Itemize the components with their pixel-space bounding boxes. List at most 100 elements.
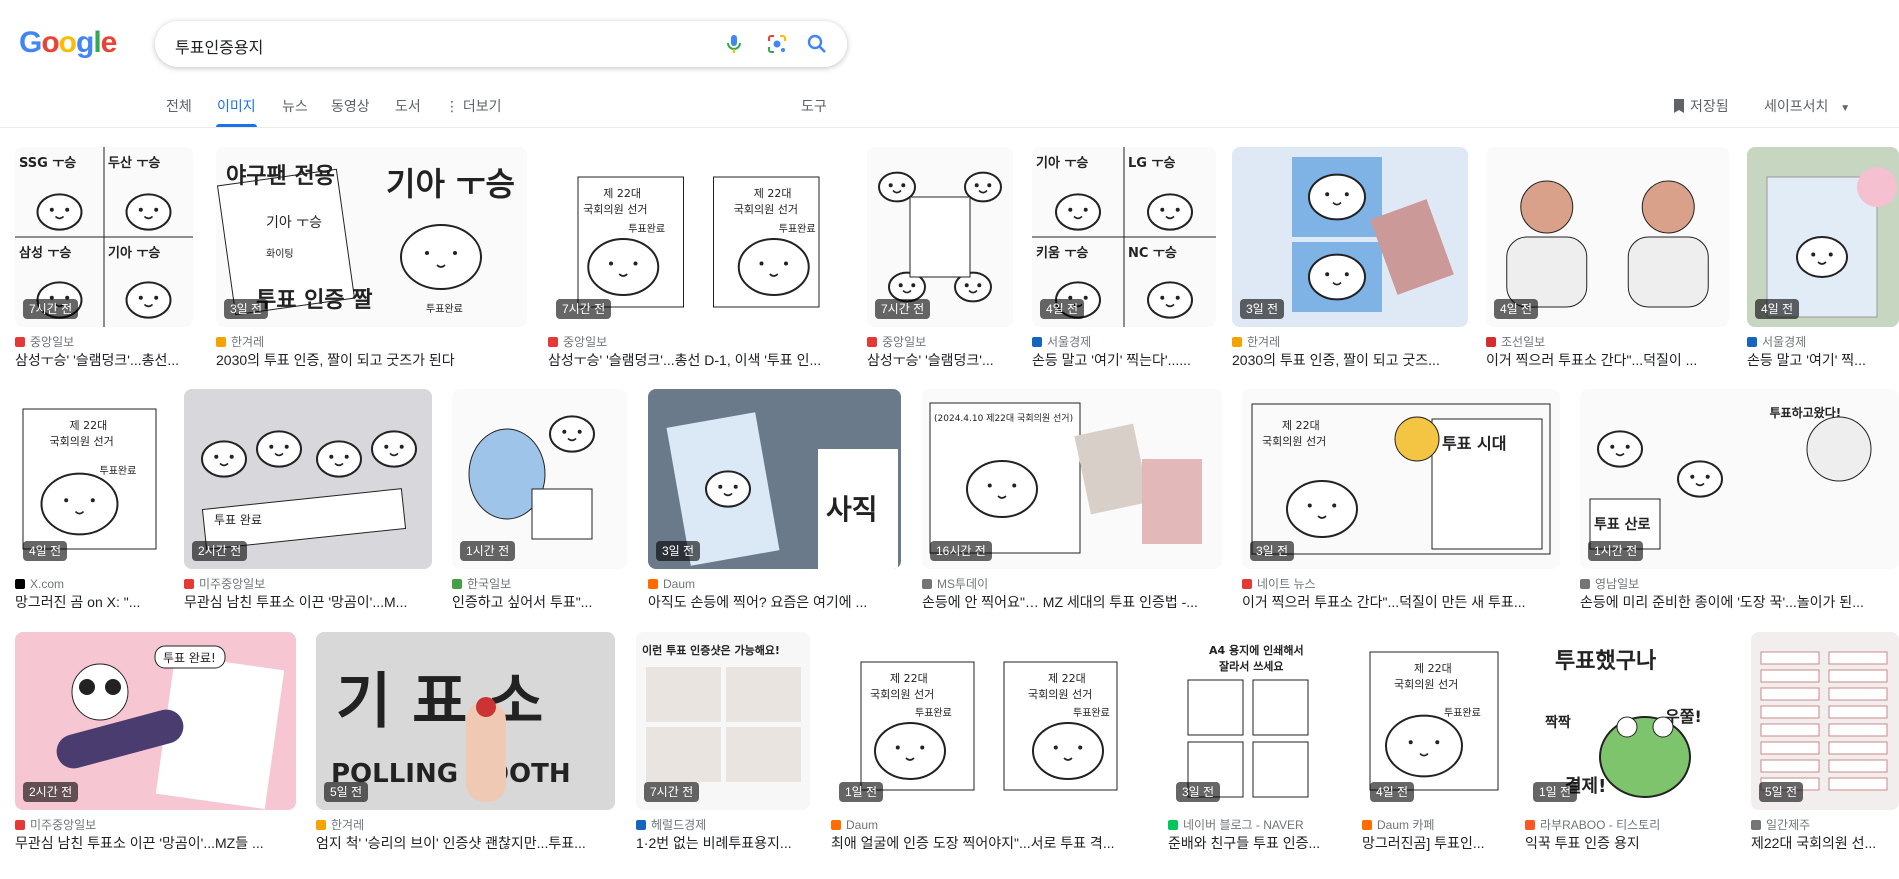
result-title[interactable]: 아직도 손등에 찍어? 요즘은 여기에 ... bbox=[648, 593, 901, 611]
result-title[interactable]: 인증하고 싶어서 투표"... bbox=[452, 593, 627, 611]
result-source[interactable]: X.com bbox=[15, 576, 164, 592]
result-thumbnail[interactable]: SSG ㅜ승 두산 ㅜ승 삼성 ㅜ승 기아 ㅜ승 7시간 전 bbox=[15, 147, 193, 327]
result-thumbnail[interactable]: 4일 전 bbox=[1486, 147, 1729, 327]
image-result[interactable]: 제 22대 국회의원 선거 투표 시대 3일 전네이트 뉴스 이거 찍으러 투표소 간… bbox=[1242, 389, 1560, 613]
result-source[interactable]: 네이트 뉴스 bbox=[1242, 576, 1560, 592]
result-thumbnail[interactable]: 이런 투표 인증샷은 가능해요! 7시간 전 bbox=[636, 632, 810, 810]
result-source[interactable]: 중앙일보 bbox=[867, 334, 1013, 350]
image-result[interactable]: 기 표 소 POLLING BOOTH 5일 전한겨레 엄지 척' '승리의 브이' … bbox=[316, 632, 615, 854]
result-thumbnail[interactable]: 7시간 전 bbox=[867, 147, 1013, 327]
result-source[interactable]: MS투데이 bbox=[922, 576, 1222, 592]
image-result[interactable]: 투표하고왔다! 투표 산로 1시간 전영남일보 손등에 미리 준비한 종이에 '도장… bbox=[1580, 389, 1899, 613]
image-result[interactable]: 투표 완료! 2시간 전 미주중앙일보 무관심 남친 투표소 이끈 '망곰이'...M… bbox=[15, 632, 296, 854]
result-title[interactable]: 1·2번 없는 비례투표용지... bbox=[636, 834, 810, 852]
result-source[interactable]: 헤럴드경제 bbox=[636, 817, 810, 833]
image-result[interactable]: 기아 ㅜ승 LG ㅜ승 키움 ㅜ승 NC ㅜ승 4일 전서울경제 손등 말고 '여기' … bbox=[1032, 147, 1216, 371]
result-title[interactable]: 이거 찍으러 투표소 간다"...덕질이 ... bbox=[1486, 351, 1729, 369]
image-result[interactable]: 사직 3일 전 Daum 아직도 손등에 찍어? 요즘은 여기에 ... bbox=[648, 389, 901, 613]
image-result[interactable]: 4일 전 서울경제 손등 말고 '여기' 찍... bbox=[1747, 147, 1899, 371]
image-result[interactable]: 4일 전조선일보 이거 찍으러 투표소 간다"...덕질이 ... bbox=[1486, 147, 1729, 371]
result-thumbnail[interactable]: 투표 완료 2시간 전 bbox=[184, 389, 432, 569]
result-thumbnail[interactable]: 제 22대 국회의원 선거 제 22대 국회의원 선거 투표완료 투표완료 1일 전 bbox=[831, 632, 1147, 810]
image-result[interactable]: A4 용지에 인쇄해서 잘라서 쓰세요 3일 전네이버 블로그 - NAVER 준배와… bbox=[1168, 632, 1340, 854]
result-source[interactable]: 한겨레 bbox=[216, 334, 527, 350]
result-title[interactable]: 손등 말고 '여기' 찍... bbox=[1747, 351, 1899, 369]
result-source[interactable]: 한겨레 bbox=[1232, 334, 1468, 350]
result-source[interactable]: 미주중앙일보 bbox=[184, 576, 432, 592]
result-source[interactable]: 네이버 블로그 - NAVER bbox=[1168, 817, 1340, 833]
result-title[interactable]: 무관심 남친 투표소 이끈 '망곰이'...MZ들 ... bbox=[15, 834, 296, 852]
result-thumbnail[interactable]: 투표하고왔다! 투표 산로 1시간 전 bbox=[1580, 389, 1899, 569]
result-source[interactable]: 중앙일보 bbox=[548, 334, 849, 350]
result-source[interactable]: 영남일보 bbox=[1580, 576, 1899, 592]
result-thumbnail[interactable]: 사직 3일 전 bbox=[648, 389, 901, 569]
result-thumbnail[interactable]: 1시간 전 bbox=[452, 389, 627, 569]
result-title[interactable]: 삼성ㅜ승' '슬램덩크'...총선 D-1, 이색 '투표 인... bbox=[548, 351, 849, 369]
image-result[interactable]: 1시간 전한국일보 인증하고 싶어서 투표"... bbox=[452, 389, 627, 613]
tab-all[interactable]: 전체 bbox=[166, 96, 192, 116]
result-source[interactable]: 라부RABOO - 티스토리 bbox=[1525, 817, 1731, 833]
result-title[interactable]: 망그러진 곰 on X: "... bbox=[15, 593, 164, 611]
result-source[interactable]: 일간제주 bbox=[1751, 817, 1899, 833]
image-result[interactable]: SSG ㅜ승 두산 ㅜ승 삼성 ㅜ승 기아 ㅜ승 7시간 전중앙일보 삼성ㅜ승' '슬램… bbox=[15, 147, 193, 371]
image-result[interactable]: 제 22대 국회의원 선거 투표완료 4일 전 Daum 카페 망그러진곰] 투표인..… bbox=[1362, 632, 1506, 854]
lens-icon[interactable] bbox=[765, 32, 789, 56]
result-source[interactable]: Daum bbox=[648, 576, 901, 592]
result-title[interactable]: 엄지 척' '승리의 브이' 인증샷 괜찮지만...투표... bbox=[316, 834, 615, 852]
result-thumbnail[interactable]: A4 용지에 인쇄해서 잘라서 쓰세요 3일 전 bbox=[1168, 632, 1340, 810]
result-source[interactable]: 서울경제 bbox=[1032, 334, 1216, 350]
safesearch-button[interactable]: 세이프서치 ▼ bbox=[1764, 96, 1850, 116]
image-result[interactable]: 투표했구나 우쭐! 짝짝 결제! 1일 전라부RABOO - 티스토리 익꾹 투표 인증 … bbox=[1525, 632, 1731, 854]
result-thumbnail[interactable]: 제 22대 국회의원 선거 투표완료 4일 전 bbox=[1362, 632, 1506, 810]
result-thumbnail[interactable]: 3일 전 bbox=[1232, 147, 1468, 327]
result-title[interactable]: 익꾹 투표 인증 용지 bbox=[1525, 834, 1731, 852]
tab-more[interactable]: ⋮ 더보기 bbox=[445, 96, 502, 116]
result-source[interactable]: 미주중앙일보 bbox=[15, 817, 296, 833]
result-title[interactable]: 준배와 친구들 투표 인증... bbox=[1168, 834, 1340, 852]
result-thumbnail[interactable]: 제 22대 국회의원 선거 투표 시대 3일 전 bbox=[1242, 389, 1560, 569]
saved-button[interactable]: 저장됨 bbox=[1672, 96, 1729, 116]
result-source[interactable]: Daum 카페 bbox=[1362, 817, 1506, 833]
result-title[interactable]: 무관심 남친 투표소 이끈 '망곰이'...M... bbox=[184, 593, 432, 611]
result-source[interactable]: 한국일보 bbox=[452, 576, 627, 592]
result-title[interactable]: 최애 얼굴에 인증 도장 찍어야지"...서로 투표 격... bbox=[831, 834, 1147, 852]
image-result[interactable]: 제 22대 국회의원 선거 제 22대 국회의원 선거 투표완료 투표완료 7시간 전중앙… bbox=[548, 147, 849, 371]
result-title[interactable]: 손등에 미리 준비한 종이에 '도장 꾹'...놀이가 된... bbox=[1580, 593, 1899, 611]
result-title[interactable]: 2030의 투표 인증, 짤이 되고 굿즈... bbox=[1232, 351, 1468, 369]
image-result[interactable]: 이런 투표 인증샷은 가능해요! 7시간 전헤럴드경제 1·2번 없는 비례투표용지… bbox=[636, 632, 810, 854]
result-title[interactable]: 손등에 안 찍어요"… MZ 세대의 투표 인증법 -... bbox=[922, 593, 1222, 611]
tab-news[interactable]: 뉴스 bbox=[282, 96, 308, 116]
image-result[interactable]: 3일 전한겨레 2030의 투표 인증, 짤이 되고 굿즈... bbox=[1232, 147, 1468, 371]
result-title[interactable]: 제22대 국회의원 선... bbox=[1751, 834, 1899, 852]
google-logo[interactable]: Google bbox=[19, 26, 117, 60]
image-result[interactable]: 7시간 전중앙일보 삼성ㅜ승' '슬램덩크'... bbox=[867, 147, 1013, 371]
result-source[interactable]: 중앙일보 bbox=[15, 334, 193, 350]
tab-books[interactable]: 도서 bbox=[395, 96, 421, 116]
result-title[interactable]: 삼성ㅜ승' '슬램덩크'... bbox=[867, 351, 1013, 369]
result-thumbnail[interactable]: 5일 전 bbox=[1751, 632, 1899, 810]
mic-icon[interactable] bbox=[722, 32, 746, 56]
image-result[interactable]: 야구팬 전용 기아 ㅜ승 화이팅 투표 인증 짤 기아 ㅜ승 투표완료 3일 전 한겨레 20… bbox=[216, 147, 527, 371]
tab-videos[interactable]: 동영상 bbox=[331, 96, 370, 116]
result-title[interactable]: 삼성ㅜ승' '슬램덩크'...총선... bbox=[15, 351, 193, 369]
result-title[interactable]: 이거 찍으러 투표소 간다"...덕질이 만든 새 투표... bbox=[1242, 593, 1560, 611]
result-source[interactable]: 조선일보 bbox=[1486, 334, 1729, 350]
result-title[interactable]: 손등 말고 '여기' 찍는다'...... bbox=[1032, 351, 1216, 369]
result-thumbnail[interactable]: 기 표 소 POLLING BOOTH 5일 전 bbox=[316, 632, 615, 810]
result-thumbnail[interactable]: 투표했구나 우쭐! 짝짝 결제! 1일 전 bbox=[1525, 632, 1731, 810]
tools-button[interactable]: 도구 bbox=[801, 96, 827, 116]
result-thumbnail[interactable]: 제 22대 국회의원 선거 투표완료 4일 전 bbox=[15, 389, 164, 569]
image-result[interactable]: 제 22대 국회의원 선거 제 22대 국회의원 선거 투표완료 투표완료 1일 전 Dau… bbox=[831, 632, 1147, 854]
result-source[interactable]: 한겨레 bbox=[316, 817, 615, 833]
search-box[interactable]: 투표인증용지 bbox=[155, 21, 847, 67]
result-thumbnail[interactable]: (2024.4.10 제22대 국회의원 선거) 16시간 전 bbox=[922, 389, 1222, 569]
tab-images[interactable]: 이미지 bbox=[216, 96, 257, 127]
result-thumbnail[interactable]: 기아 ㅜ승 LG ㅜ승 키움 ㅜ승 NC ㅜ승 4일 전 bbox=[1032, 147, 1216, 327]
search-icon[interactable] bbox=[805, 32, 829, 56]
result-source[interactable]: Daum bbox=[831, 817, 1147, 833]
result-source[interactable]: 서울경제 bbox=[1747, 334, 1899, 350]
result-thumbnail[interactable]: 제 22대 국회의원 선거 제 22대 국회의원 선거 투표완료 투표완료 7시간 전 bbox=[548, 147, 849, 327]
image-result[interactable]: (2024.4.10 제22대 국회의원 선거) 16시간 전 MS투데이 손등에 … bbox=[922, 389, 1222, 613]
search-input[interactable]: 투표인증용지 bbox=[175, 34, 263, 58]
result-title[interactable]: 망그러진곰] 투표인... bbox=[1362, 834, 1506, 852]
